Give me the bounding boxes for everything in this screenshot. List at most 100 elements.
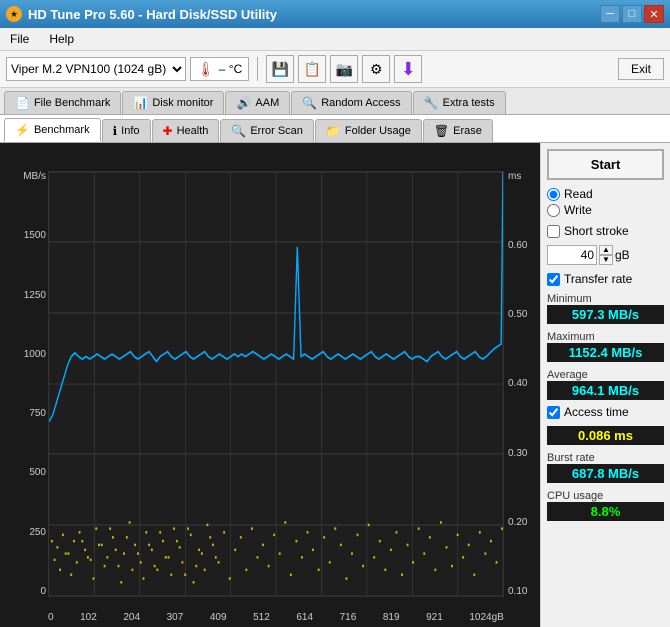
burst-rate-block: Burst rate 687.8 MB/s: [547, 452, 664, 483]
x-label-614: 614: [296, 612, 313, 623]
cpu-usage-block: CPU usage 8.8%: [547, 490, 664, 521]
read-write-group: Read Write: [547, 185, 664, 219]
tab-erase[interactable]: 🗑 Erase: [423, 119, 493, 142]
minimum-label: Minimum: [547, 293, 664, 305]
x-label-102: 102: [80, 612, 97, 623]
aam-icon: 🔊: [236, 96, 251, 110]
tab-aam[interactable]: 🔊 AAM: [225, 91, 290, 114]
average-label: Average: [547, 369, 664, 381]
y-axis-left: MB/s 1500 1250 1000 750 500 250 0: [2, 171, 46, 597]
toolbar-btn-3[interactable]: 📷: [330, 55, 358, 83]
y-label-250: 250: [29, 527, 46, 538]
access-time-text: Access time: [564, 405, 629, 419]
close-button[interactable]: ✕: [644, 5, 664, 23]
app-icon: ★: [6, 6, 22, 22]
stroke-input[interactable]: [547, 245, 597, 265]
access-time-value: 0.086 ms: [547, 426, 664, 445]
minimum-value: 597.3 MB/s: [547, 305, 664, 324]
access-time-checkbox[interactable]: [547, 406, 560, 419]
toolbar-btn-5[interactable]: ⬇: [394, 55, 422, 83]
spin-buttons: ▲ ▼: [599, 245, 613, 265]
window-title: HD Tune Pro 5.60 - Hard Disk/SSD Utility: [28, 7, 277, 22]
maximize-button[interactable]: □: [622, 5, 642, 23]
average-value: 964.1 MB/s: [547, 381, 664, 400]
access-time-block: 0.086 ms: [547, 426, 664, 445]
tab-random-access-label: Random Access: [321, 97, 400, 109]
menu-help[interactable]: Help: [43, 30, 80, 48]
x-label-512: 512: [253, 612, 270, 623]
toolbar-btn-2[interactable]: 📋: [298, 55, 326, 83]
tab-health[interactable]: ✚ Health: [152, 119, 220, 142]
erase-icon: 🗑: [434, 124, 449, 138]
minimum-block: Minimum 597.3 MB/s: [547, 293, 664, 324]
exit-button[interactable]: Exit: [618, 58, 664, 80]
maximum-value: 1152.4 MB/s: [547, 343, 664, 362]
menu-bar: File Help: [0, 28, 670, 51]
tab-extra-tests[interactable]: 🔧 Extra tests: [413, 91, 506, 114]
y-right-050: 0.50: [508, 309, 527, 320]
disk-monitor-icon: 📊: [133, 96, 148, 110]
minimize-button[interactable]: ─: [600, 5, 620, 23]
error-scan-icon: 🔍: [231, 124, 246, 138]
tab-file-benchmark[interactable]: 📄 File Benchmark: [4, 91, 121, 114]
y-label-1500: 1500: [24, 230, 46, 241]
y-right-ms: ms: [508, 171, 521, 182]
tab-error-scan[interactable]: 🔍 Error Scan: [220, 119, 314, 142]
main-content: MB/s 1500 1250 1000 750 500 250 0 ms 0.6…: [0, 143, 670, 627]
health-icon: ✚: [163, 124, 173, 138]
file-benchmark-icon: 📄: [15, 96, 30, 110]
thermometer-icon: 🌡: [197, 61, 215, 78]
write-radio[interactable]: [547, 204, 560, 217]
temperature-display: 🌡 – °C: [190, 57, 249, 81]
stroke-spinbox: ▲ ▼ gB: [547, 243, 664, 267]
tab-info-label: Info: [121, 125, 139, 137]
stroke-unit: gB: [615, 248, 630, 262]
short-stroke-checkbox[interactable]: [547, 225, 560, 238]
tab-disk-monitor-label: Disk monitor: [152, 97, 213, 109]
drive-select[interactable]: Viper M.2 VPN100 (1024 gB): [6, 57, 186, 81]
y-label-1000: 1000: [24, 349, 46, 360]
benchmark-chart: [48, 171, 504, 597]
access-time-label[interactable]: Access time: [547, 405, 664, 419]
folder-usage-icon: 📁: [326, 124, 341, 138]
tab-random-access[interactable]: 🔍 Random Access: [291, 91, 411, 114]
cpu-usage-label: CPU usage: [547, 490, 664, 502]
toolbar: Viper M.2 VPN100 (1024 gB) 🌡 – °C 💾 📋 📷 …: [0, 51, 670, 88]
transfer-rate-checkbox[interactable]: [547, 273, 560, 286]
spin-up-button[interactable]: ▲: [599, 245, 613, 255]
random-access-icon: 🔍: [302, 96, 317, 110]
separator-1: [257, 57, 258, 81]
burst-rate-value: 687.8 MB/s: [547, 464, 664, 483]
right-panel: Start Read Write Short stroke ▲ ▼ gB: [540, 143, 670, 627]
read-radio[interactable]: [547, 188, 560, 201]
tab-disk-monitor[interactable]: 📊 Disk monitor: [122, 91, 224, 114]
info-icon: ℹ: [113, 124, 118, 138]
tab-folder-usage[interactable]: 📁 Folder Usage: [315, 119, 422, 142]
toolbar-btn-4[interactable]: ⚙: [362, 55, 390, 83]
y-right-060: 0.60: [508, 240, 527, 251]
burst-rate-label: Burst rate: [547, 452, 664, 464]
read-radio-label[interactable]: Read: [547, 187, 664, 201]
write-radio-label[interactable]: Write: [547, 203, 664, 217]
start-button[interactable]: Start: [547, 149, 664, 180]
tab-benchmark-label: Benchmark: [34, 124, 90, 136]
transfer-rate-label[interactable]: Transfer rate: [547, 272, 664, 286]
y-right-030: 0.30: [508, 448, 527, 459]
menu-file[interactable]: File: [4, 30, 35, 48]
x-label-921: 921: [426, 612, 443, 623]
y-right-010: 0.10: [508, 586, 527, 597]
x-label-204: 204: [123, 612, 140, 623]
tab-error-scan-label: Error Scan: [250, 125, 303, 137]
cpu-usage-value: 8.8%: [547, 502, 664, 521]
temperature-value: – °C: [219, 62, 242, 76]
spin-down-button[interactable]: ▼: [599, 255, 613, 265]
tab-folder-usage-label: Folder Usage: [345, 125, 411, 137]
tabs-top: 📄 File Benchmark 📊 Disk monitor 🔊 AAM 🔍 …: [0, 88, 670, 115]
average-block: Average 964.1 MB/s: [547, 369, 664, 400]
tab-info[interactable]: ℹ Info: [102, 119, 151, 142]
tab-benchmark[interactable]: ⚡ Benchmark: [4, 118, 101, 142]
title-bar: ★ HD Tune Pro 5.60 - Hard Disk/SSD Utili…: [0, 0, 670, 28]
toolbar-btn-1[interactable]: 💾: [266, 55, 294, 83]
short-stroke-label[interactable]: Short stroke: [547, 224, 664, 238]
chart-area: MB/s 1500 1250 1000 750 500 250 0 ms 0.6…: [0, 143, 540, 627]
